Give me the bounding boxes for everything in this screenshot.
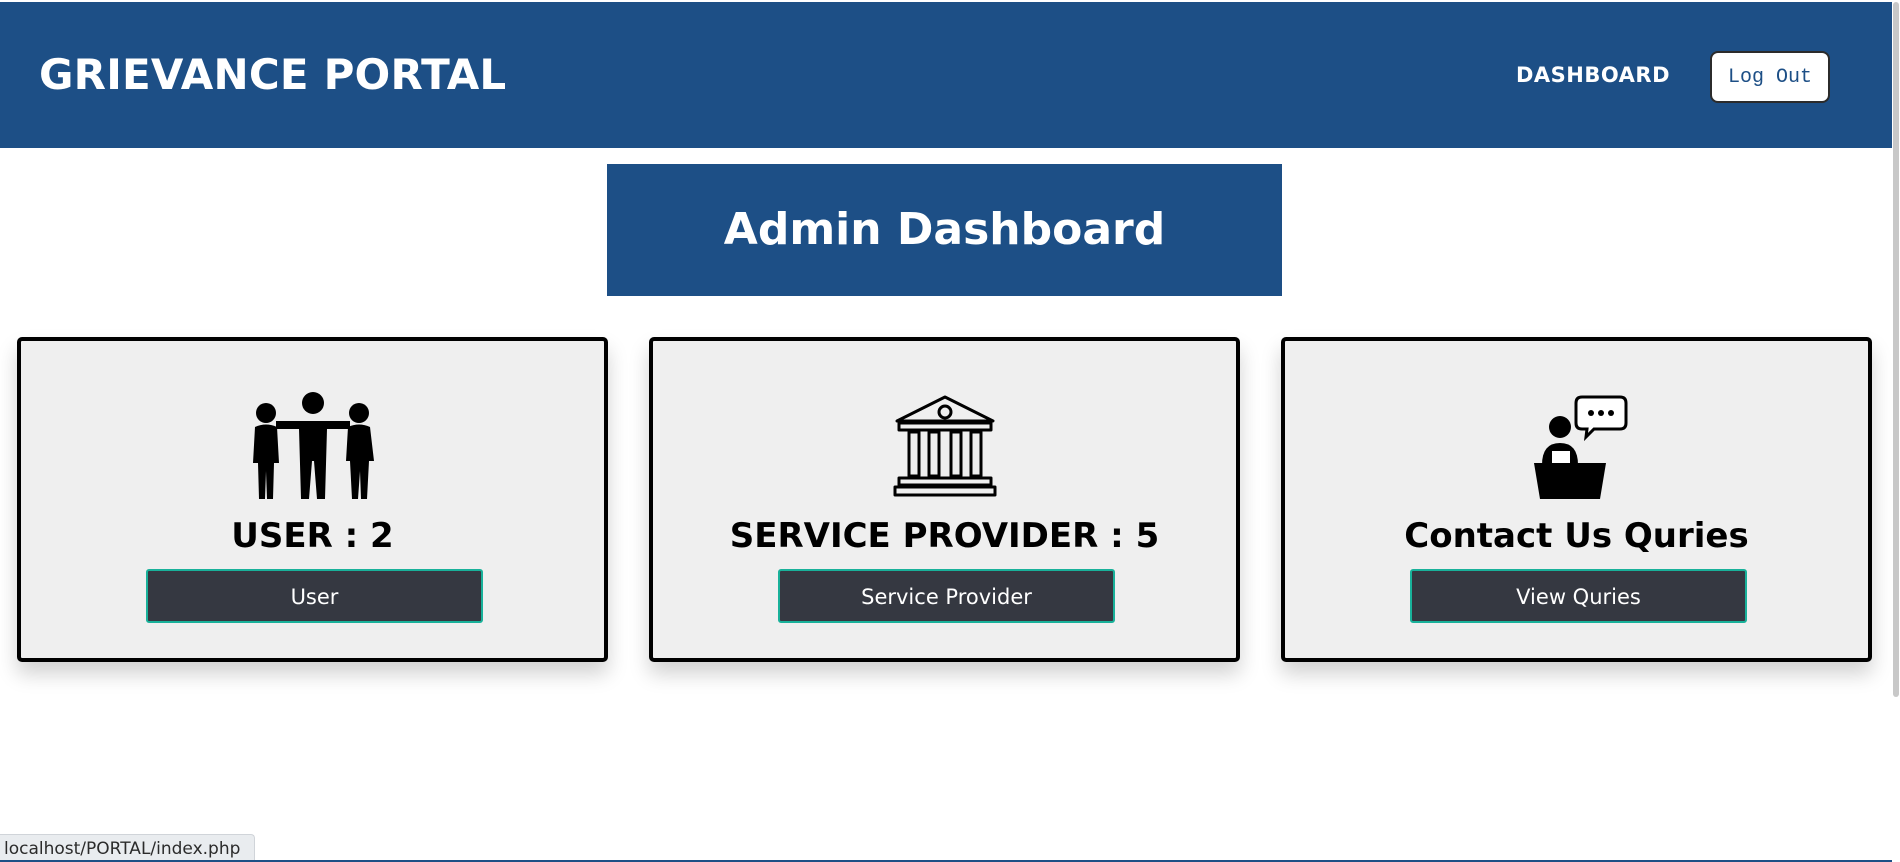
top-navbar: GRIEVANCE PORTAL DASHBOARD Log Out (0, 2, 1892, 148)
view-queries-button[interactable]: View Quries (1410, 569, 1747, 623)
scrollbar-thumb[interactable] (1893, 2, 1899, 697)
vertical-scrollbar[interactable] (1892, 0, 1900, 862)
card-users: USER : 2 User (17, 337, 608, 662)
browser-viewport: GRIEVANCE PORTAL DASHBOARD Log Out Admin… (0, 0, 1900, 862)
user-button[interactable]: User (146, 569, 483, 623)
government-building-icon (653, 391, 1236, 501)
card-contact-queries: Contact Us Quries View Quries (1281, 337, 1872, 662)
users-group-icon (21, 391, 604, 501)
service-provider-count-title: SERVICE PROVIDER : 5 (729, 516, 1160, 556)
card-service-provider: SERVICE PROVIDER : 5 Service Provider (649, 337, 1240, 662)
service-provider-button[interactable]: Service Provider (778, 569, 1115, 623)
user-count-title: USER : 2 (231, 516, 394, 556)
logout-button[interactable]: Log Out (1710, 51, 1830, 103)
nav-link-dashboard[interactable]: DASHBOARD (1516, 62, 1670, 88)
contact-queries-title: Contact Us Quries (1404, 516, 1749, 556)
page-title-banner: Admin Dashboard (607, 164, 1282, 296)
support-speaker-chat-icon (1285, 391, 1868, 501)
status-bar-url: localhost/PORTAL/index.php (0, 834, 256, 862)
site-brand[interactable]: GRIEVANCE PORTAL (39, 51, 506, 99)
page-title: Admin Dashboard (723, 204, 1166, 255)
